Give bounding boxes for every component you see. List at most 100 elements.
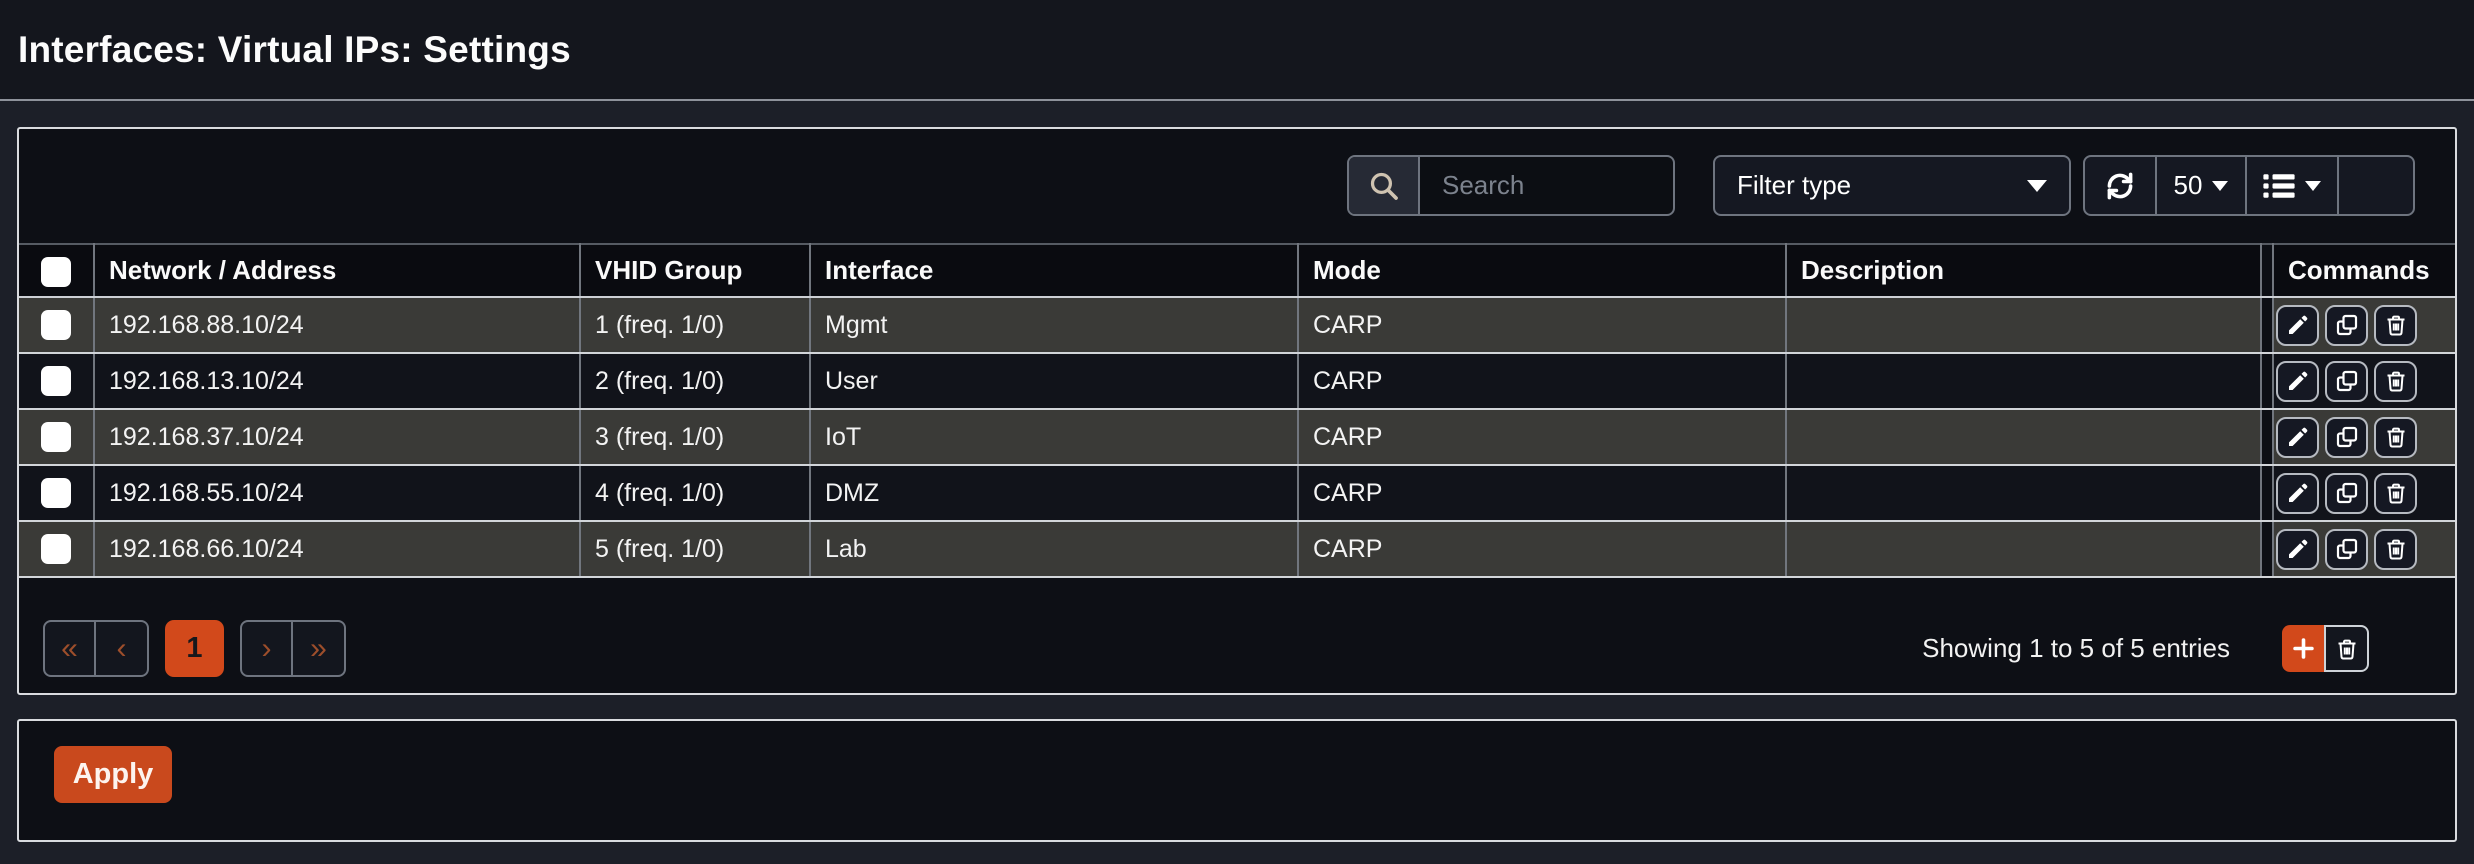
clone-button[interactable] bbox=[2325, 305, 2368, 346]
filter-type-label: Filter type bbox=[1737, 170, 1851, 201]
cell-mode: CARP bbox=[1298, 465, 1786, 521]
apply-button[interactable]: Apply bbox=[54, 746, 172, 803]
pagination-prev-button[interactable]: ‹ bbox=[96, 620, 149, 677]
cell-interface: Lab bbox=[810, 521, 1298, 577]
delete-button[interactable] bbox=[2374, 529, 2417, 570]
table-row: 192.168.13.10/24 2 (freq. 1/0) User CARP bbox=[19, 353, 2455, 409]
refresh-button[interactable] bbox=[2085, 157, 2155, 214]
clone-icon bbox=[2335, 313, 2359, 337]
table-row: 192.168.55.10/24 4 (freq. 1/0) DMZ CARP bbox=[19, 465, 2455, 521]
header-vhid-group[interactable]: VHID Group bbox=[580, 244, 810, 297]
trash-icon bbox=[2335, 637, 2359, 661]
cell-interface: IoT bbox=[810, 409, 1298, 465]
refresh-icon bbox=[2103, 169, 2137, 203]
header-network-address[interactable]: Network / Address bbox=[94, 244, 580, 297]
cell-description bbox=[1786, 409, 2261, 465]
clone-button[interactable] bbox=[2325, 529, 2368, 570]
cell-network: 192.168.66.10/24 bbox=[94, 521, 580, 577]
select-all-header-cell bbox=[19, 244, 94, 297]
column-gap bbox=[2261, 297, 2273, 353]
header-description[interactable]: Description bbox=[1786, 244, 2261, 297]
clone-icon bbox=[2335, 369, 2359, 393]
delete-button[interactable] bbox=[2374, 417, 2417, 458]
edit-button[interactable] bbox=[2276, 361, 2319, 402]
clone-icon bbox=[2335, 537, 2359, 561]
cell-interface: Mgmt bbox=[810, 297, 1298, 353]
row-checkbox[interactable] bbox=[41, 478, 71, 508]
column-selection-button[interactable] bbox=[2245, 157, 2337, 214]
cell-vhid: 5 (freq. 1/0) bbox=[580, 521, 810, 577]
page-size-value: 50 bbox=[2174, 170, 2203, 201]
page-content: Filter type 50 bbox=[0, 101, 2474, 842]
cell-description bbox=[1786, 521, 2261, 577]
table-row: 192.168.88.10/24 1 (freq. 1/0) Mgmt CARP bbox=[19, 297, 2455, 353]
pencil-icon bbox=[2286, 537, 2310, 561]
search-icon bbox=[1349, 157, 1420, 214]
delete-button[interactable] bbox=[2374, 361, 2417, 402]
edit-button[interactable] bbox=[2276, 473, 2319, 514]
row-checkbox[interactable] bbox=[41, 534, 71, 564]
search-input[interactable] bbox=[1420, 157, 1673, 214]
cell-interface: User bbox=[810, 353, 1298, 409]
chevron-down-icon bbox=[2212, 181, 2228, 191]
trash-icon bbox=[2384, 425, 2408, 449]
delete-button[interactable] bbox=[2374, 305, 2417, 346]
pencil-icon bbox=[2286, 313, 2310, 337]
table-row: 192.168.37.10/24 3 (freq. 1/0) IoT CARP bbox=[19, 409, 2455, 465]
edit-button[interactable] bbox=[2276, 529, 2319, 570]
pagination-first-button[interactable]: « bbox=[43, 620, 96, 677]
header-interface[interactable]: Interface bbox=[810, 244, 1298, 297]
cell-mode: CARP bbox=[1298, 297, 1786, 353]
cell-network: 192.168.37.10/24 bbox=[94, 409, 580, 465]
select-all-checkbox[interactable] bbox=[41, 257, 71, 287]
clone-button[interactable] bbox=[2325, 361, 2368, 402]
trash-icon bbox=[2384, 481, 2408, 505]
page-size-button[interactable]: 50 bbox=[2155, 157, 2245, 214]
add-button[interactable] bbox=[2282, 625, 2324, 672]
apply-panel: Apply bbox=[17, 719, 2457, 842]
clone-button[interactable] bbox=[2325, 473, 2368, 514]
filter-type-select[interactable]: Filter type bbox=[1713, 155, 2071, 216]
page-header: Interfaces: Virtual IPs: Settings bbox=[0, 0, 2474, 101]
cell-description bbox=[1786, 297, 2261, 353]
cell-mode: CARP bbox=[1298, 409, 1786, 465]
column-gap bbox=[2261, 465, 2273, 521]
delete-selected-button[interactable] bbox=[2324, 625, 2369, 672]
chevron-down-icon bbox=[2305, 181, 2321, 191]
cell-mode: CARP bbox=[1298, 353, 1786, 409]
chevron-down-icon bbox=[2027, 180, 2047, 192]
grid-footer: « ‹ 1 › » Showing 1 to 5 of 5 entries bbox=[19, 578, 2455, 693]
pencil-icon bbox=[2286, 481, 2310, 505]
cell-description bbox=[1786, 465, 2261, 521]
cell-mode: CARP bbox=[1298, 521, 1786, 577]
row-checkbox[interactable] bbox=[41, 422, 71, 452]
cell-interface: DMZ bbox=[810, 465, 1298, 521]
edit-button[interactable] bbox=[2276, 417, 2319, 458]
column-gap bbox=[2261, 409, 2273, 465]
pagination-page-1-button[interactable]: 1 bbox=[165, 620, 224, 677]
list-icon bbox=[2263, 173, 2295, 199]
column-gap bbox=[2261, 521, 2273, 577]
row-checkbox[interactable] bbox=[41, 366, 71, 396]
table-row: 192.168.66.10/24 5 (freq. 1/0) Lab CARP bbox=[19, 521, 2455, 577]
pencil-icon bbox=[2286, 369, 2310, 393]
toolbar-spacer bbox=[2337, 157, 2413, 214]
edit-button[interactable] bbox=[2276, 305, 2319, 346]
cell-vhid: 1 (freq. 1/0) bbox=[580, 297, 810, 353]
header-mode[interactable]: Mode bbox=[1298, 244, 1786, 297]
footer-right: Showing 1 to 5 of 5 entries bbox=[1922, 625, 2369, 672]
column-gap bbox=[2261, 244, 2273, 297]
pagination-next-button[interactable]: › bbox=[240, 620, 293, 677]
delete-button[interactable] bbox=[2374, 473, 2417, 514]
cell-network: 192.168.55.10/24 bbox=[94, 465, 580, 521]
clone-button[interactable] bbox=[2325, 417, 2368, 458]
cell-vhid: 2 (freq. 1/0) bbox=[580, 353, 810, 409]
table-header-row: Network / Address VHID Group Interface M… bbox=[19, 244, 2455, 297]
pencil-icon bbox=[2286, 425, 2310, 449]
trash-icon bbox=[2384, 313, 2408, 337]
grid-toolbar: Filter type 50 bbox=[19, 129, 2455, 243]
cell-vhid: 4 (freq. 1/0) bbox=[580, 465, 810, 521]
search-group bbox=[1347, 155, 1675, 216]
row-checkbox[interactable] bbox=[41, 310, 71, 340]
pagination-last-button[interactable]: » bbox=[293, 620, 346, 677]
